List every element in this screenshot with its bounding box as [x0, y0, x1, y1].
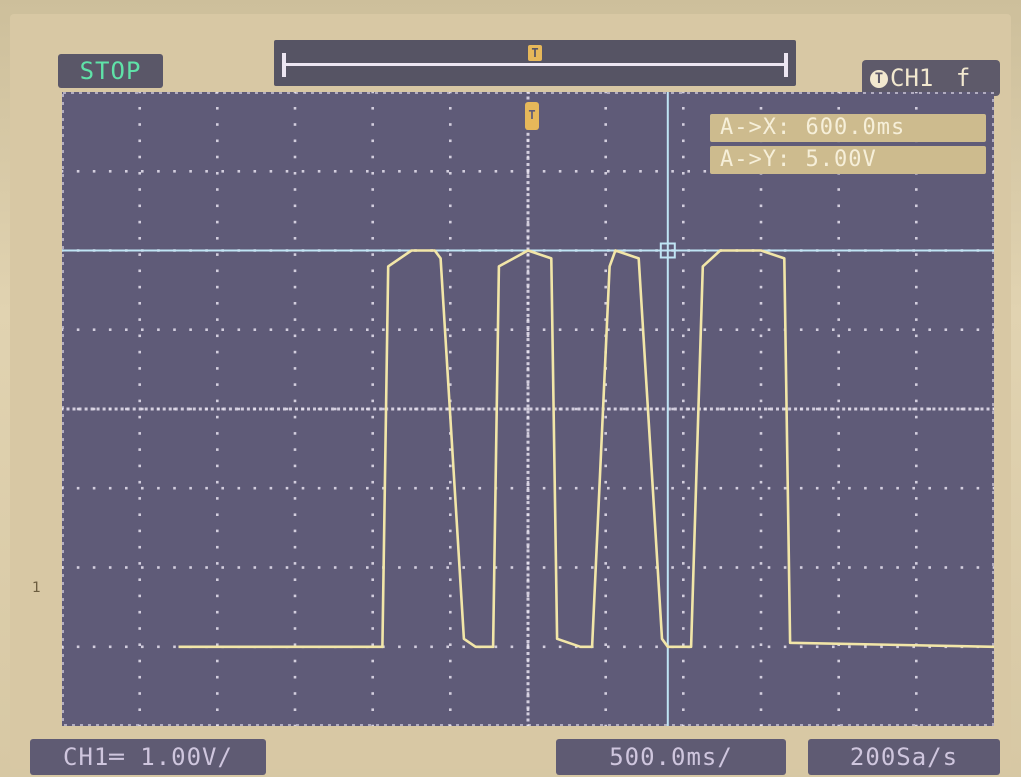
- trigger-marker-plot: T: [525, 102, 539, 130]
- trigger-position-marker-label: T: [531, 46, 538, 60]
- falling-edge-icon: f: [955, 64, 971, 92]
- trigger-icon: T: [870, 70, 888, 88]
- ch1-trace: [178, 249, 994, 649]
- memory-position-bar-graphic: T: [282, 45, 788, 77]
- channel-1-ground-marker: 1: [32, 580, 41, 596]
- cursor-delta-x: A->X: 600.0ms: [710, 114, 986, 142]
- run-status-badge: STOP: [58, 54, 163, 88]
- graticule: [62, 92, 994, 726]
- cursor-delta-y: A->Y: 5.00V: [710, 146, 986, 174]
- oscilloscope-screen: STOP T T CH1 f T A->X: 600.0ms A->Y: 5.00…: [10, 14, 1011, 775]
- trigger-source-box: T CH1 f: [862, 60, 1000, 96]
- cursor-readout-panel: A->X: 600.0ms A->Y: 5.00V: [710, 114, 986, 176]
- waveform-display: T A->X: 600.0ms A->Y: 5.00V: [62, 92, 994, 726]
- trigger-channel-label: CH1: [890, 64, 934, 92]
- sample-rate: 200Sa/s: [808, 739, 1000, 775]
- timebase-scale: 500.0ms/: [556, 739, 786, 775]
- run-status-text: STOP: [79, 57, 142, 85]
- memory-position-bar: T: [274, 40, 796, 86]
- grid-vline: [604, 92, 607, 726]
- trigger-marker-plot-label: T: [528, 108, 535, 122]
- waveform-graph: T: [62, 92, 994, 726]
- ch1-vertical-scale: CH1═ 1.00V/: [30, 739, 266, 775]
